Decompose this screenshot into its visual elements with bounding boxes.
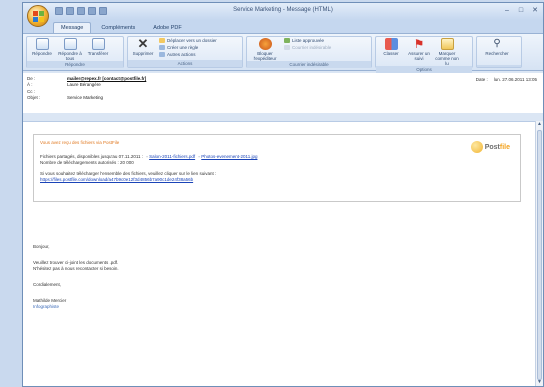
block-sender-icon	[258, 38, 272, 50]
tab-adobe-pdf[interactable]: Adobe PDF	[145, 22, 189, 33]
envelope-icon	[440, 38, 454, 50]
ribbon-tabs: Message Compléments Adobe PDF	[23, 20, 543, 33]
file-link-1[interactable]: Salon-2011-fichiers.pdf	[149, 154, 195, 159]
greeting: Bonjour,	[33, 244, 50, 249]
categorize-button[interactable]: Classer	[379, 38, 403, 56]
find-button[interactable]: ⚲ Rechercher	[480, 38, 514, 56]
group-respond: Répondre Répondre à tous Transférer Répo…	[26, 36, 124, 68]
minimize-icon[interactable]: –	[503, 6, 511, 15]
group-label-junk: Courrier indésirable	[247, 61, 371, 68]
file-link-2[interactable]: Photos-evenement-2011.jpg	[201, 154, 257, 159]
reply-button[interactable]: Répondre	[30, 38, 54, 56]
junk-mail-button[interactable]: Courrier indésirable	[284, 45, 331, 50]
subject-label: Objet :	[27, 95, 41, 101]
to-label: À :	[27, 82, 33, 88]
notice-title: Vous avez reçu des fichiers via PostFile	[40, 140, 120, 145]
group-label-find	[477, 65, 521, 67]
outlook-message-window: Service Marketing - Message (HTML) – □ ✕…	[22, 2, 544, 387]
window-title: Service Marketing - Message (HTML)	[233, 7, 333, 13]
postfile-notice: Vous avez reçu des fichiers via PostFile…	[33, 134, 521, 202]
create-rule-button[interactable]: Créer une règle	[159, 45, 217, 50]
postfile-logo-icon	[470, 141, 483, 153]
maximize-icon[interactable]: □	[517, 6, 525, 15]
tab-message[interactable]: Message	[53, 22, 92, 33]
scroll-thumb[interactable]	[537, 130, 542, 380]
delete-x-icon: ✕	[137, 36, 149, 51]
closing: Cordialement,	[33, 282, 62, 287]
delete-button[interactable]: ✕ Supprimer	[131, 36, 155, 56]
follow-up-button[interactable]: ⚑ Assurer un suivi	[407, 38, 431, 61]
forward-icon	[91, 38, 105, 50]
date-value: lun. 27.06.2011 13:05	[493, 77, 537, 82]
other-actions-icon	[159, 52, 165, 57]
group-junk: Bloquer l'expéditeur Liste approuvée Cou…	[246, 36, 372, 68]
safe-list-button[interactable]: Liste approuvée	[284, 38, 331, 43]
group-options: Classer ⚑ Assurer un suivi Marquer comme…	[375, 36, 473, 73]
file-icon: ▫	[146, 154, 148, 159]
close-icon[interactable]: ✕	[531, 6, 539, 15]
notice-files-text: Fichiers partagés, disponibles jusqu'au …	[40, 154, 144, 159]
subject-value: Service Marketing	[67, 95, 104, 101]
scroll-down-icon[interactable]: ▼	[536, 379, 543, 386]
reply-all-button[interactable]: Répondre à tous	[58, 38, 82, 61]
cc-label: Cc :	[27, 88, 36, 94]
signature-role: Infographiste	[33, 304, 60, 309]
group-label-options: Options	[376, 66, 472, 73]
file-icon: ▫	[198, 154, 200, 159]
date-field: Date : lun. 27.06.2011 13:05	[476, 77, 537, 82]
office-button[interactable]	[27, 5, 49, 27]
group-actions: ✕ Supprimer Déplacer vers un dossier Cré…	[127, 36, 243, 68]
from-label: De :	[27, 75, 36, 81]
office-logo-icon	[32, 10, 44, 22]
tab-complements[interactable]: Compléments	[93, 22, 143, 33]
postfile-logo: Postfile	[470, 141, 510, 153]
group-find: ⚲ Rechercher	[476, 36, 522, 68]
message-line-2: N'hésitez pas à nous recontacter si beso…	[33, 266, 119, 271]
title-bar: Service Marketing - Message (HTML) – □ ✕	[23, 3, 543, 27]
safe-list-icon	[284, 38, 290, 43]
message-body[interactable]: Vous avez reçu des fichiers via PostFile…	[23, 121, 535, 386]
folder-icon	[159, 38, 165, 43]
group-label-actions: Actions	[128, 60, 242, 67]
rule-icon	[159, 45, 165, 50]
flag-icon: ⚑	[413, 37, 425, 51]
message-headers: De : mailer@repex.fr [contact@postfile.f…	[23, 73, 543, 113]
vertical-scrollbar[interactable]: ▲ ▼	[535, 121, 543, 386]
group-label-respond: Répondre	[27, 61, 123, 68]
move-to-folder-button[interactable]: Déplacer vers un dossier	[159, 38, 217, 43]
scroll-up-icon[interactable]: ▲	[536, 121, 543, 128]
categorize-icon	[384, 38, 398, 50]
from-value[interactable]: mailer@repex.fr [contact@postfile.fr]	[67, 76, 146, 81]
to-value[interactable]: Laure Bérangère	[67, 82, 101, 87]
forward-button[interactable]: Transférer	[86, 38, 110, 56]
junk-mail-icon	[284, 45, 290, 50]
logo-text-b: file	[499, 143, 510, 151]
date-label: Date :	[475, 77, 488, 82]
mark-unread-button[interactable]: Marquer comme non lu	[435, 38, 459, 66]
ribbon: Répondre Répondre à tous Transférer Répo…	[23, 33, 543, 73]
reply-all-icon	[63, 38, 77, 50]
other-actions-button[interactable]: Autres actions	[159, 52, 217, 57]
binoculars-icon: ⚲	[493, 38, 501, 49]
download-all-link[interactable]: https://files.postfile.com/download/a47b…	[40, 177, 193, 182]
reply-icon	[35, 38, 49, 50]
window-controls: – □ ✕	[503, 6, 539, 15]
message-text: Bonjour, Veuillez trouver ci-joint les d…	[33, 244, 119, 310]
block-sender-button[interactable]: Bloquer l'expéditeur	[250, 38, 280, 61]
logo-text-a: Post	[484, 143, 500, 151]
